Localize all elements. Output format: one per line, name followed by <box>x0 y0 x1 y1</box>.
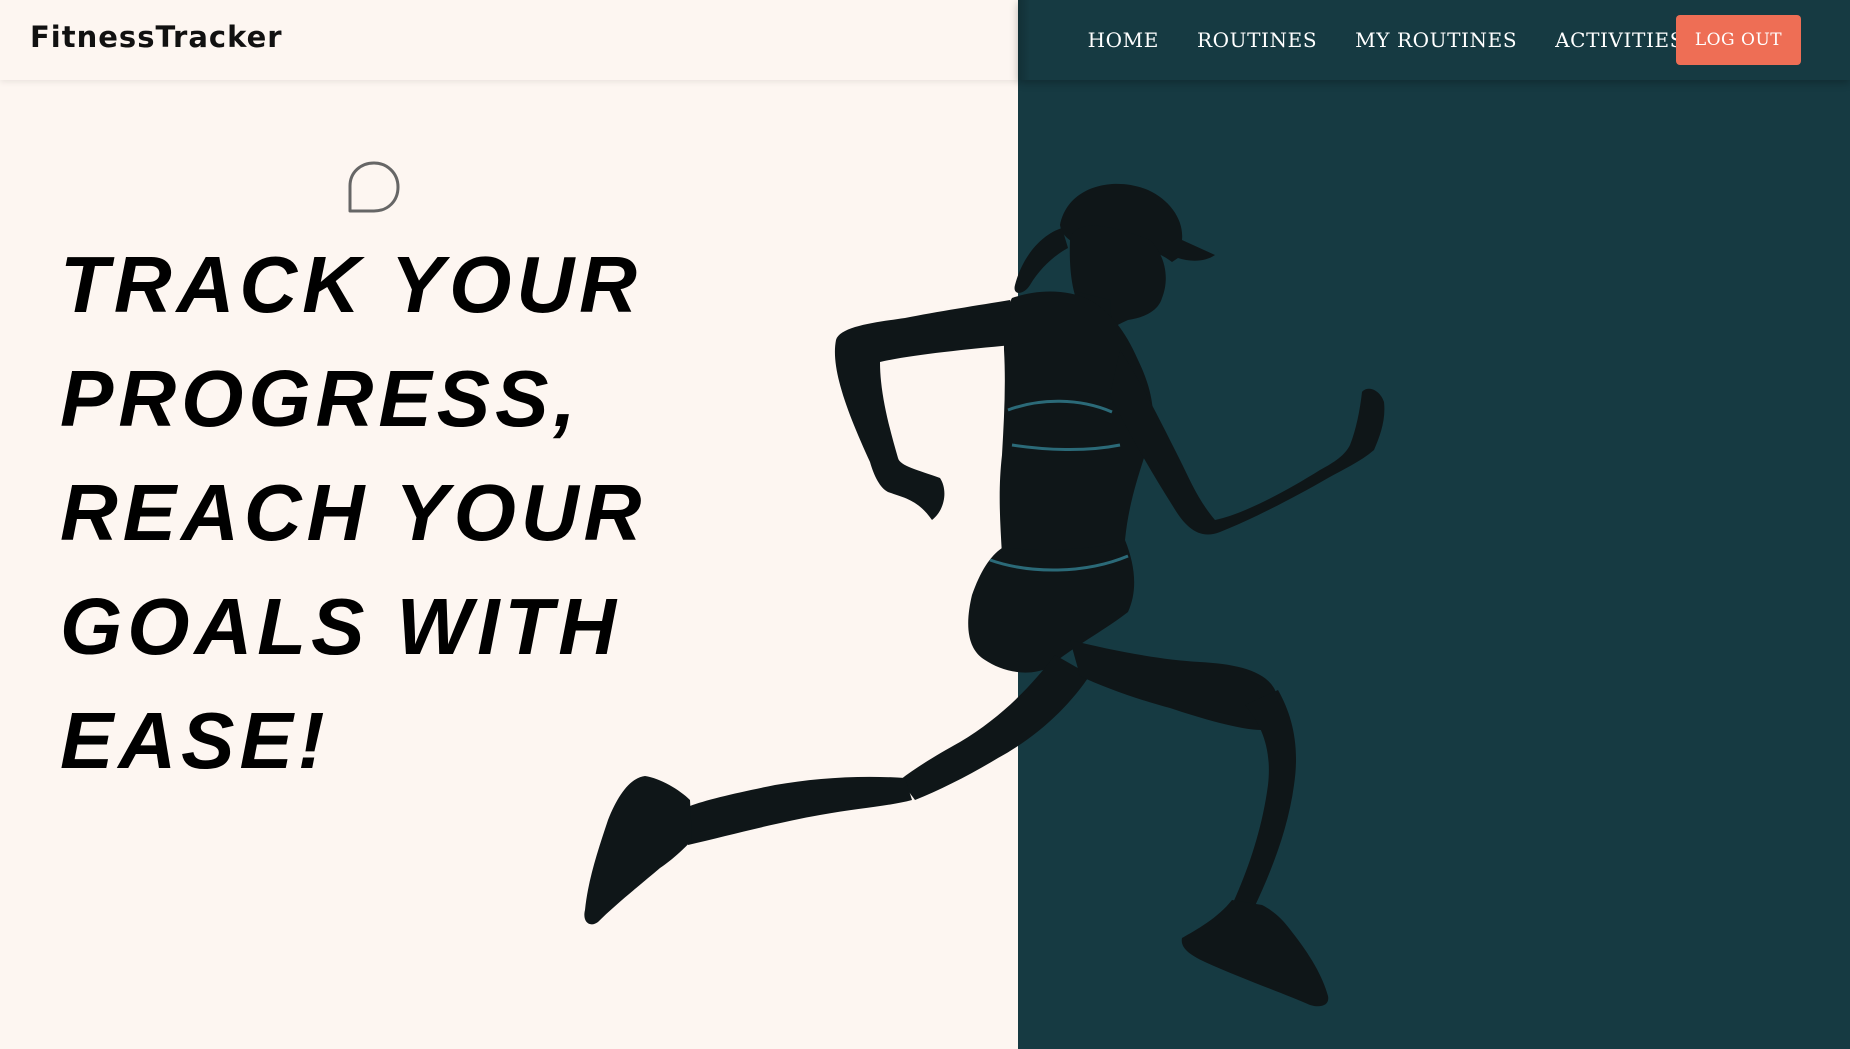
navbar-divider <box>1018 0 1030 80</box>
nav-my-routines-link[interactable]: MY ROUTINES <box>1355 28 1517 52</box>
logout-button[interactable]: LOG OUT <box>1676 15 1801 65</box>
hero-heading: TRACK YOUR PROGRESS, REACH YOUR GOALS WI… <box>60 228 760 798</box>
top-navbar: FitnessTracker HOME ROUTINES MY ROUTINES… <box>0 0 1850 80</box>
nav-home-link[interactable]: HOME <box>1088 28 1159 52</box>
hero-heading-line: GOALS WITH <box>60 582 622 671</box>
nav-activities-link[interactable]: ACTIVITIES <box>1555 28 1684 52</box>
chat-bubble-icon[interactable] <box>347 160 401 216</box>
hero-heading-line: EASE! <box>60 696 330 785</box>
nav-routines-link[interactable]: ROUTINES <box>1197 28 1317 52</box>
hero-heading-line: TRACK YOUR <box>60 240 642 329</box>
hero-heading-line: PROGRESS, <box>60 354 581 443</box>
hero-heading-line: REACH YOUR <box>60 468 647 557</box>
brand-logo[interactable]: FitnessTracker <box>30 20 283 54</box>
nav-links: HOME ROUTINES MY ROUTINES ACTIVITIES <box>1088 0 1684 80</box>
